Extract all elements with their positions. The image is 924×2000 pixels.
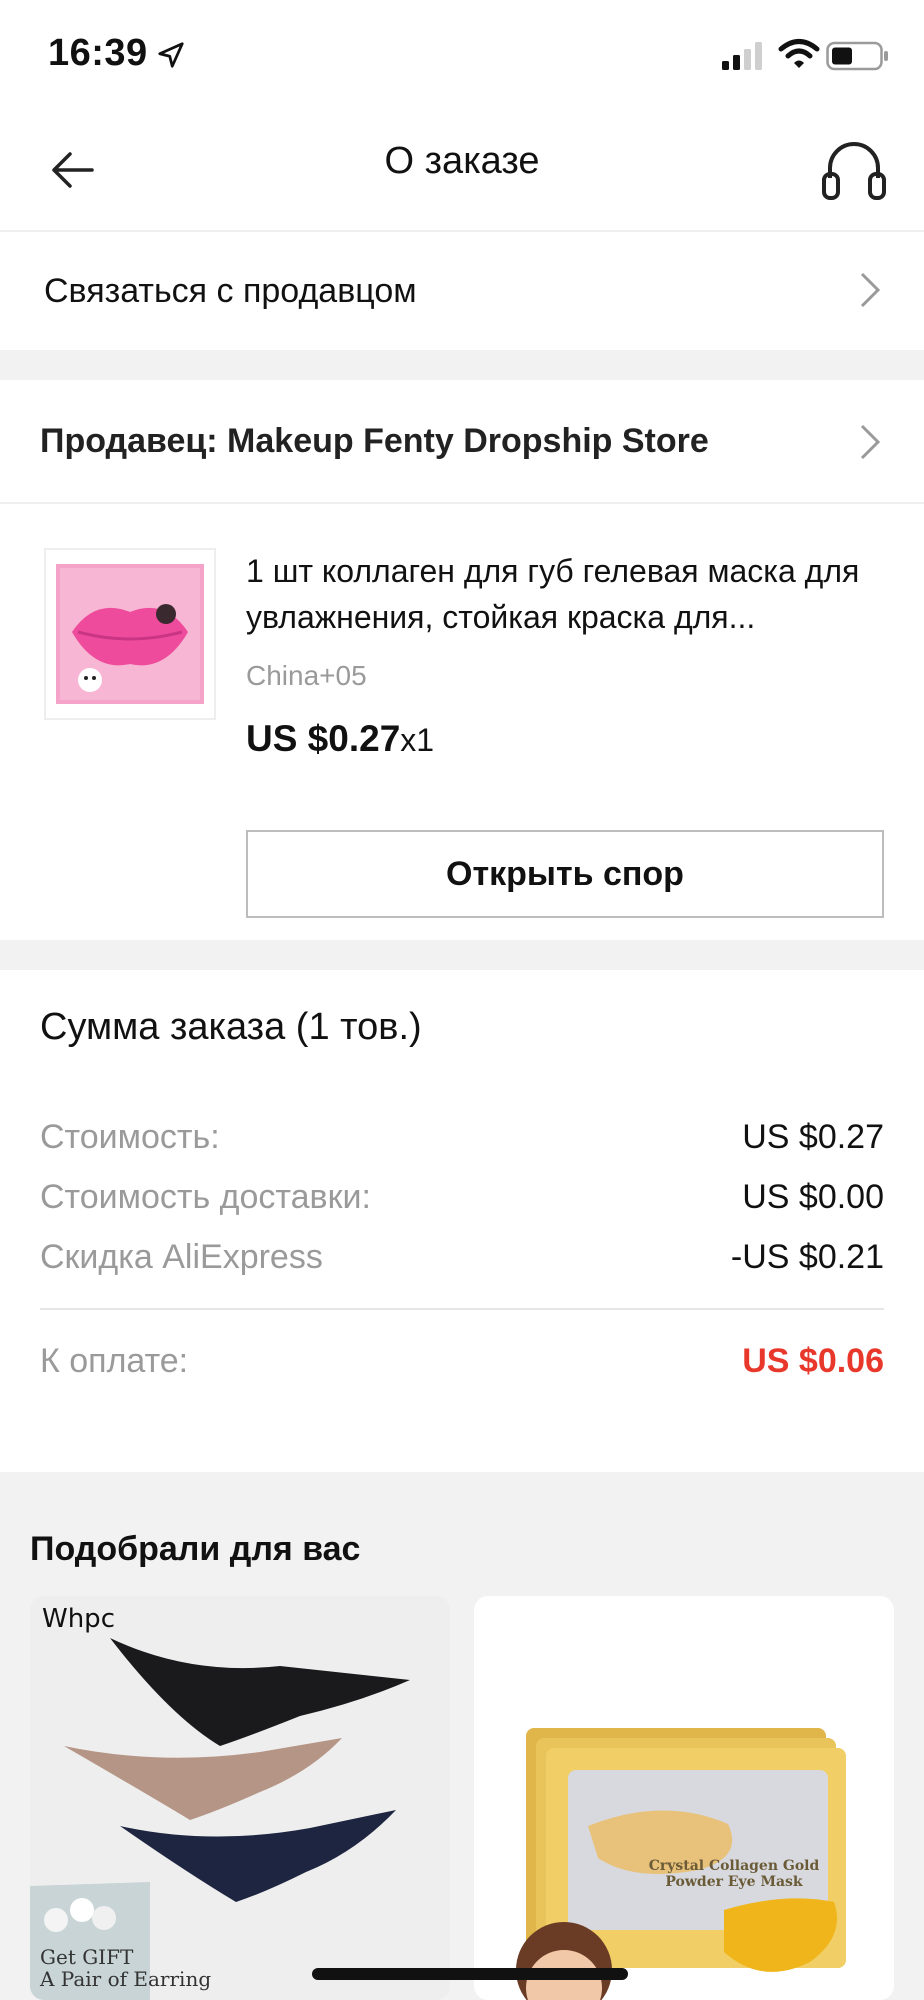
subtotal-value: US $0.27 [742,1118,884,1156]
product-quantity: x1 [400,722,435,758]
total-label: К оплате: [40,1342,189,1380]
product-image [56,564,204,704]
cellular-signal-icon [722,42,762,70]
home-indicator[interactable] [312,1968,628,1980]
package-line: Powder Eye Mask [665,1874,803,1890]
header: О заказе [0,110,924,232]
order-summary-title: Сумма заказа (1 тов.) [40,1006,422,1048]
section-gap [0,940,924,970]
chevron-right-icon [860,272,881,308]
contact-seller-row[interactable]: Связаться с продавцом [0,232,924,350]
seller-row[interactable]: Продавец: Makeup Fenty Dropship Store [0,380,924,504]
package-line: Crystal Collagen Gold [648,1858,820,1874]
battery-icon [826,41,888,71]
discount-value: -US $0.21 [730,1238,884,1276]
promo-text: Get GIFT A Pair of Earring [40,1946,211,1990]
product-image [30,1638,410,2000]
contact-seller-label: Связаться с продавцом [44,272,417,310]
open-dispute-button[interactable]: Открыть спор [246,830,884,918]
product-thumbnail[interactable] [44,548,216,720]
package-text: Crystal Collagen Gold Powder Eye Mask [634,1858,834,1890]
product-title[interactable]: 1 шт коллаген для губ гелевая маска для … [246,548,886,640]
product-variant: China+05 [246,660,367,691]
total-value: US $0.06 [742,1342,884,1380]
subtotal-label: Стоимость: [40,1118,220,1156]
page-title: О заказе [384,140,540,182]
promo-line: Get GIFT [40,1945,134,1969]
product-price-value: US $0.27 [246,718,401,759]
shipping-value: US $0.00 [742,1178,884,1216]
promo-line: A Pair of Earring [40,1967,212,1991]
recommendation-card[interactable]: Crystal Collagen Gold Powder Eye Mask [474,1596,894,2000]
status-bar: 16:39 [0,0,924,110]
seller-name: Продавец: Makeup Fenty Dropship Store [40,422,709,460]
recommendation-card[interactable]: Whpc Get GIFT A Pair of Earring [30,1596,450,2000]
chevron-right-icon [860,424,881,460]
shipping-label: Стоимость доставки: [40,1178,371,1216]
summary-divider [40,1308,884,1310]
status-time: 16:39 [48,32,148,74]
recommendations-title: Подобрали для вас [30,1530,361,1568]
discount-label: Скидка AliExpress [40,1238,323,1276]
section-gap [0,350,924,380]
product-image [516,1728,846,2000]
product-price: US $0.27x1 [246,718,434,760]
headset-support-icon[interactable] [818,134,890,206]
wifi-icon [778,39,820,68]
location-arrow-icon [158,42,184,68]
